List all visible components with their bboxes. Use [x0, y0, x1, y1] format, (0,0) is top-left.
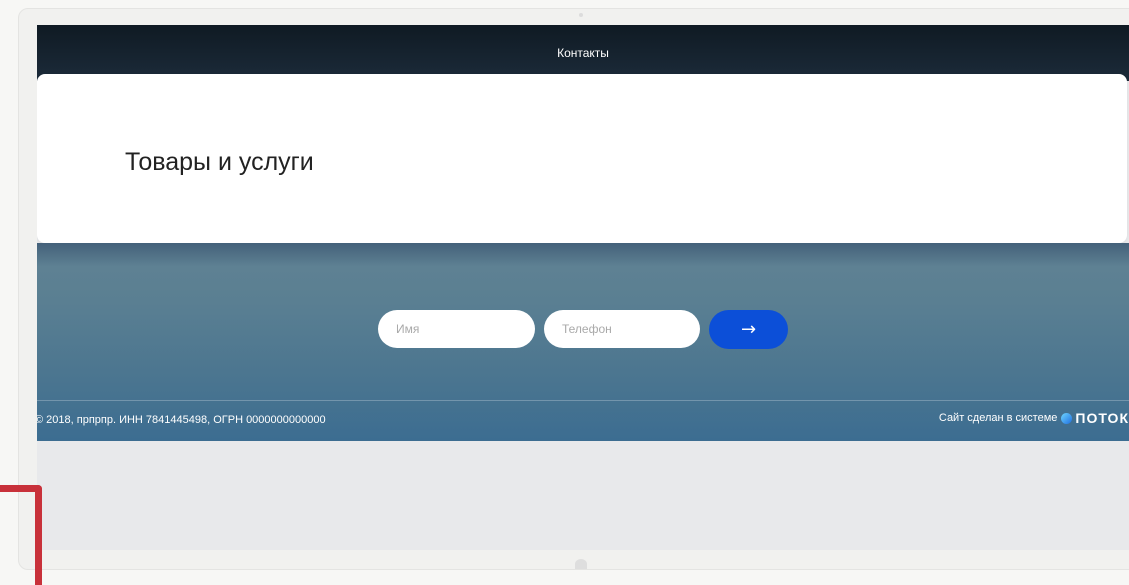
nav-contacts-link[interactable]: Контакты: [37, 46, 1129, 60]
contact-form-section: → © 2018, прпрпр. ИНН 7841445498, ОГРН 0…: [37, 243, 1129, 441]
made-by-link[interactable]: Сайт сделан в системе ПОТОК: [939, 410, 1129, 426]
arrow-right-icon: →: [740, 319, 757, 340]
footer-divider: [37, 400, 1129, 401]
phone-input[interactable]: [544, 310, 700, 348]
home-indicator: [575, 559, 587, 569]
made-by-text: Сайт сделан в системе: [938, 412, 1058, 424]
footer-copyright: © 2018, прпрпр. ИНН 7841445498, ОГРН 000…: [37, 414, 326, 426]
submit-button[interactable]: →: [709, 310, 788, 349]
brand-name: ПОТОК: [1075, 410, 1129, 426]
page-title: Товары и услуги: [125, 148, 314, 176]
services-card: Товары и услуги: [37, 74, 1127, 243]
name-input[interactable]: [378, 310, 535, 348]
potok-logo-icon: [1061, 412, 1073, 424]
top-navigation: Контакты: [37, 25, 1129, 81]
site-preview: Контакты Товары и услуги → © 2018, прпрп…: [37, 25, 1129, 550]
red-corner-marker: [0, 485, 42, 585]
camera-dot: [579, 13, 583, 17]
